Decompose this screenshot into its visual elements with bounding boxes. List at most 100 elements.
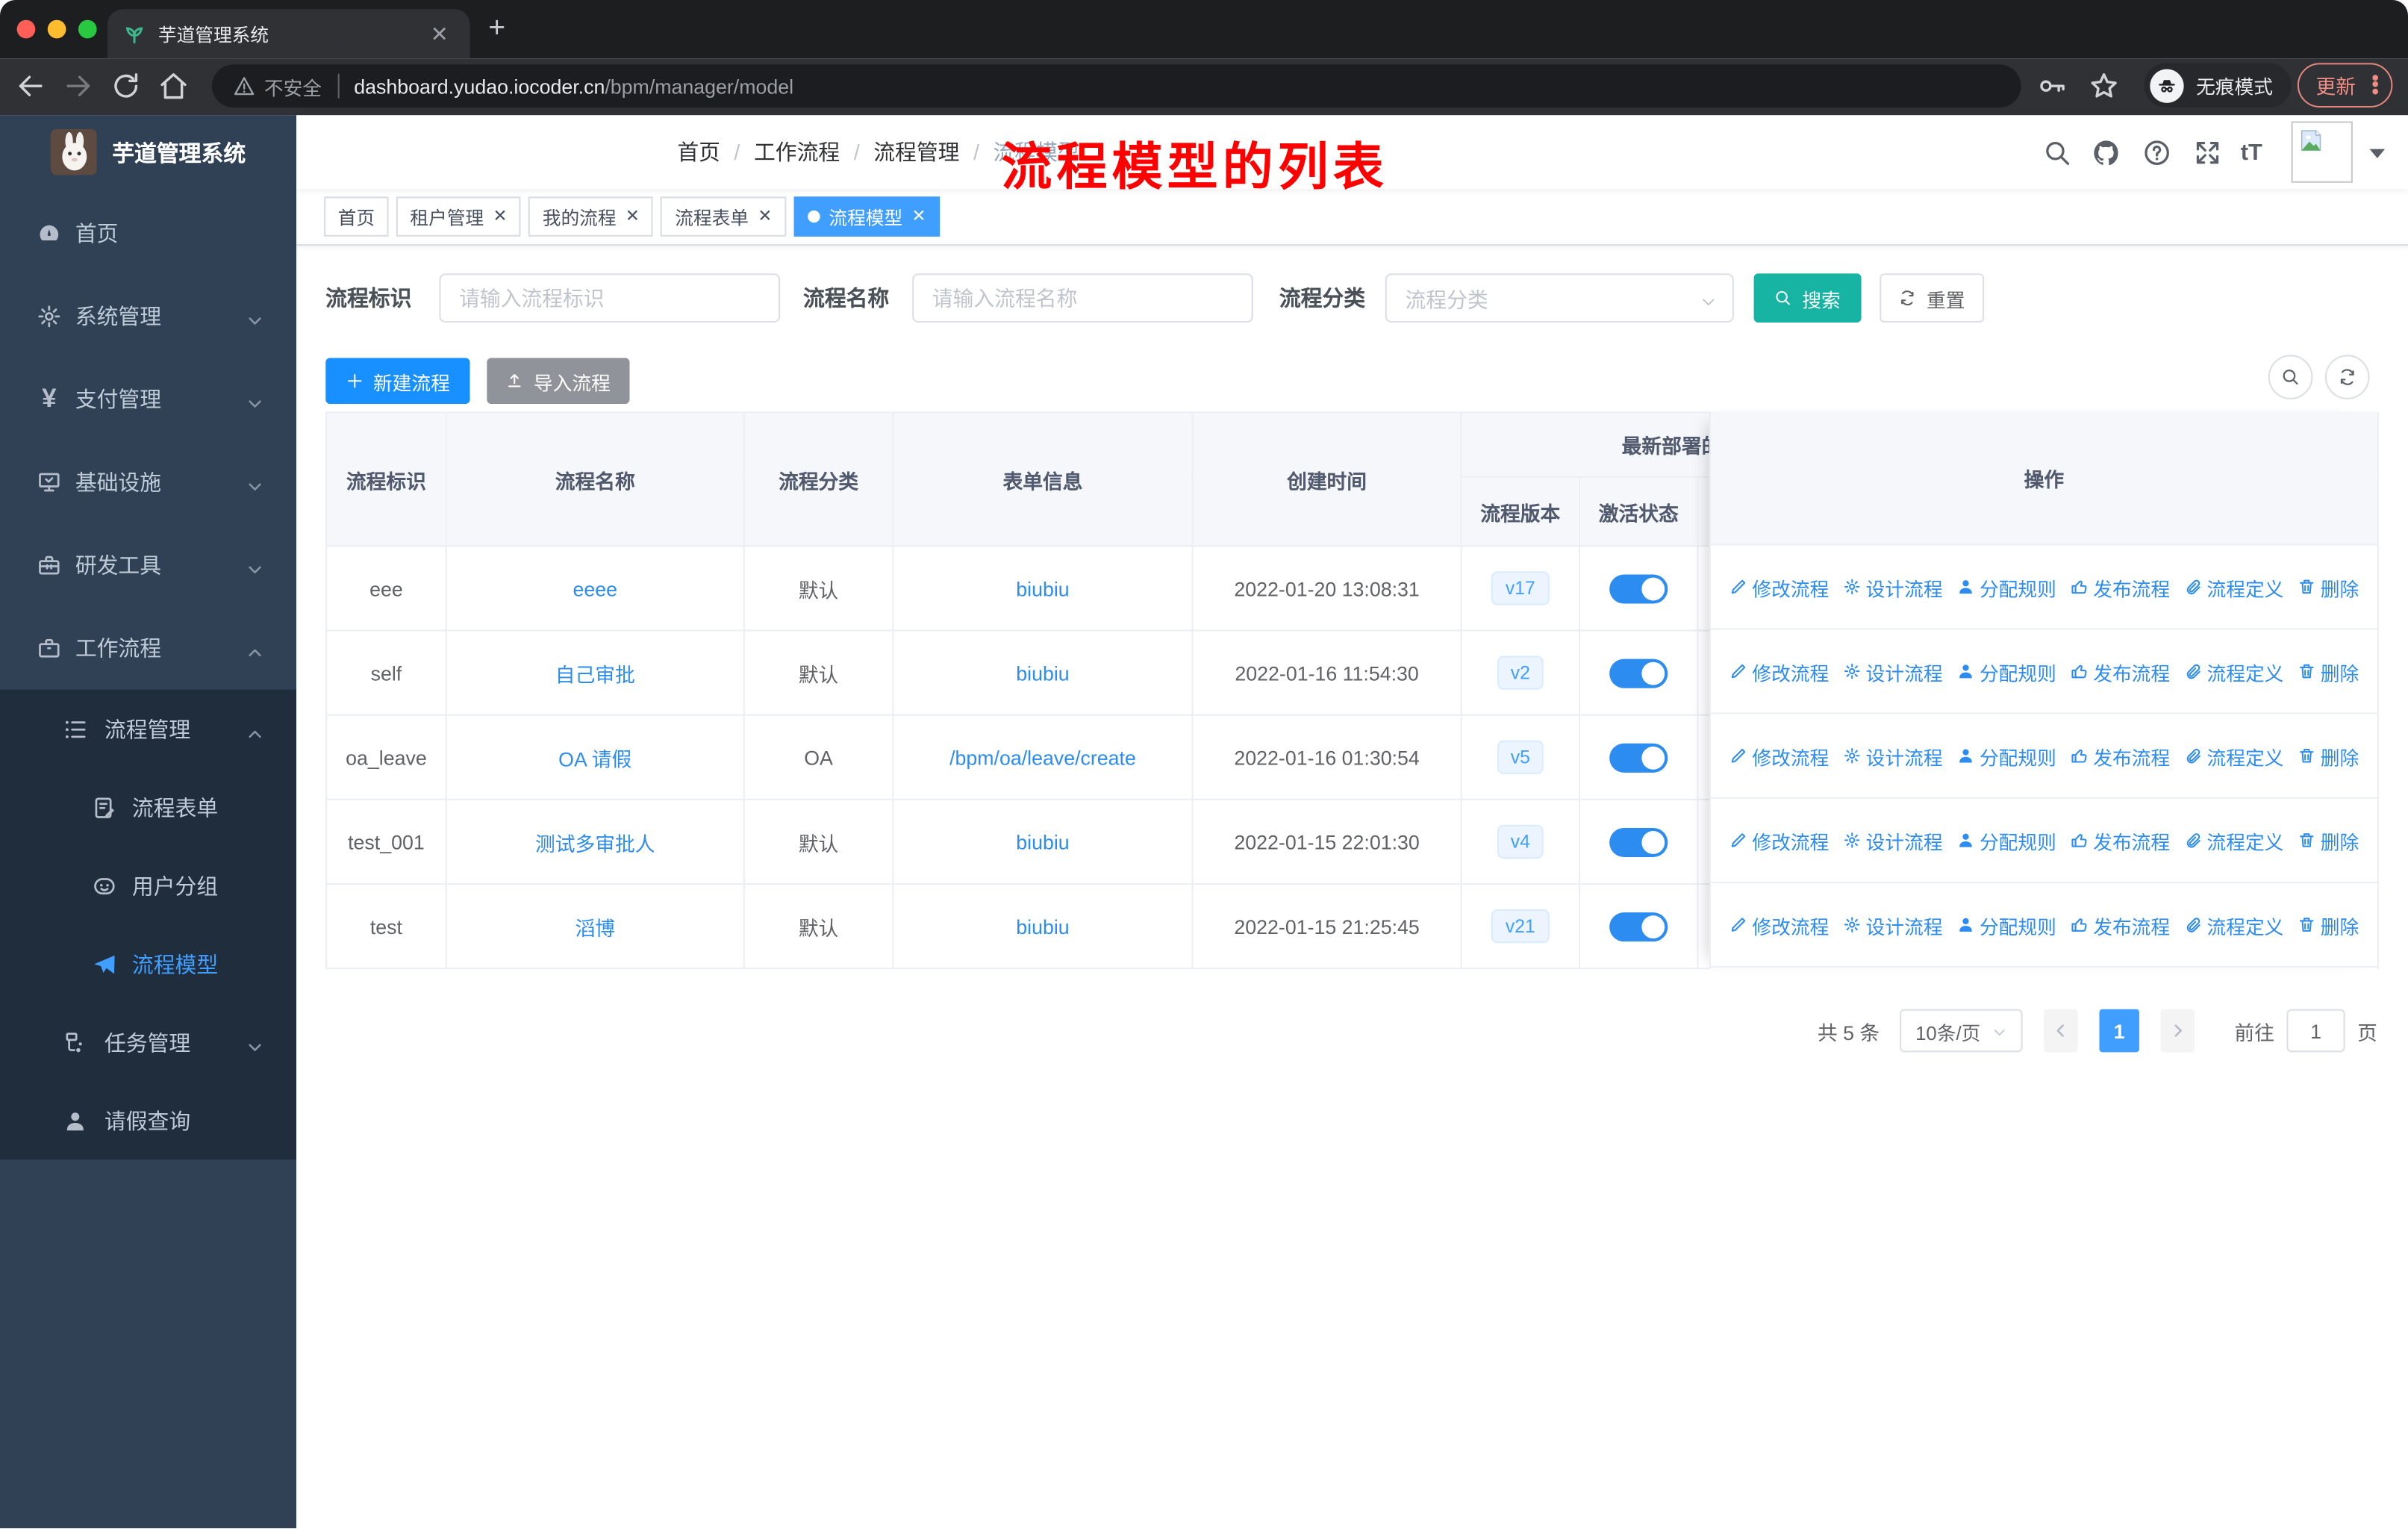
browser-menu-icon[interactable]: • • • (2372, 67, 2379, 101)
process-key-input[interactable] (439, 273, 781, 323)
process-definition-action[interactable]: 流程定义 (2184, 910, 2283, 939)
active-toggle[interactable] (1609, 658, 1668, 688)
publish-process-action[interactable]: 发布流程 (2070, 572, 2170, 601)
form-info-link[interactable]: biubiu (1016, 661, 1069, 685)
password-key-icon[interactable] (2036, 71, 2067, 102)
sidebar-item-home[interactable]: 首页 (0, 192, 296, 275)
sidebar-collapse-icon[interactable] (322, 22, 353, 52)
user-avatar[interactable] (2291, 121, 2353, 183)
sidebar-item-leave-query[interactable]: 请假查询 (0, 1081, 296, 1159)
sidebar-item-process-manage[interactable]: 流程管理 (0, 690, 296, 768)
new-tab-button[interactable]: + (488, 12, 505, 46)
avatar-caret-icon[interactable] (2369, 149, 2386, 158)
goto-page-input[interactable] (2286, 1009, 2345, 1053)
tab-close-icon[interactable]: ✕ (424, 20, 455, 48)
assign-rule-action[interactable]: 分配规则 (1956, 826, 2056, 855)
current-page-button[interactable]: 1 (2099, 1009, 2139, 1053)
publish-process-action[interactable]: 发布流程 (2070, 826, 2170, 855)
delete-action[interactable]: 删除 (2298, 572, 2359, 601)
design-process-action[interactable]: 设计流程 (1843, 910, 1943, 939)
sidebar-item-process-model[interactable]: 流程模型 (0, 925, 296, 1003)
process-name-link[interactable]: OA 请假 (558, 747, 631, 770)
process-name-input-field[interactable] (932, 286, 1234, 310)
active-toggle[interactable] (1609, 826, 1668, 857)
assign-rule-action[interactable]: 分配规则 (1956, 657, 2056, 686)
view-tag-process-form[interactable]: 流程表单 ✕ (661, 196, 786, 237)
address-bar[interactable]: 不安全 dashboard.yudao.iocoder.cn/bpm/manag… (211, 64, 2021, 108)
sidebar-item-user-group[interactable]: 用户分组 (0, 847, 296, 925)
process-definition-action[interactable]: 流程定义 (2184, 657, 2283, 686)
toggle-search-icon-button[interactable] (2268, 355, 2313, 399)
delete-action[interactable]: 删除 (2298, 910, 2359, 939)
home-icon[interactable] (158, 71, 189, 102)
delete-action[interactable]: 删除 (2298, 826, 2359, 855)
breadcrumb-item[interactable]: 工作流程 (754, 137, 840, 167)
sidebar-brand[interactable]: 芋道管理系统 (0, 115, 296, 189)
view-tag-home[interactable]: 首页 (324, 196, 389, 237)
design-process-action[interactable]: 设计流程 (1843, 572, 1943, 601)
process-name-link[interactable]: 自己审批 (555, 663, 635, 686)
page-size-select[interactable]: 10条/页 (1899, 1009, 2023, 1053)
tag-close-icon[interactable]: ✕ (626, 208, 640, 225)
sidebar-item-process-form[interactable]: 流程表单 (0, 768, 296, 847)
form-info-link[interactable]: biubiu (1016, 577, 1069, 600)
form-info-link[interactable]: /bpm/oa/leave/create (949, 746, 1136, 769)
tag-close-icon[interactable]: ✕ (758, 208, 772, 225)
active-toggle[interactable] (1609, 912, 1668, 941)
forward-icon[interactable] (63, 71, 93, 102)
search-button[interactable]: 搜索 (1753, 273, 1862, 323)
breadcrumb-item[interactable]: 流程管理 (873, 137, 959, 167)
sidebar-item-payment[interactable]: ¥ 支付管理 (0, 358, 296, 440)
font-size-icon[interactable]: tT (2241, 140, 2262, 166)
macos-minimize-button[interactable] (47, 19, 66, 39)
modify-process-action[interactable]: 修改流程 (1729, 657, 1829, 686)
search-icon[interactable] (2042, 138, 2071, 167)
macos-zoom-button[interactable] (78, 19, 97, 39)
modify-process-action[interactable]: 修改流程 (1729, 741, 1829, 770)
back-icon[interactable] (16, 71, 46, 102)
refresh-icon-button[interactable] (2324, 355, 2370, 399)
process-definition-action[interactable]: 流程定义 (2184, 826, 2283, 855)
next-page-button[interactable] (2160, 1009, 2195, 1053)
process-definition-action[interactable]: 流程定义 (2184, 741, 2283, 770)
sidebar-item-infra[interactable]: 基础设施 (0, 440, 296, 523)
assign-rule-action[interactable]: 分配规则 (1956, 741, 2056, 770)
reload-icon[interactable] (110, 71, 141, 102)
tag-close-icon[interactable]: ✕ (912, 208, 926, 225)
assign-rule-action[interactable]: 分配规则 (1956, 572, 2056, 601)
sidebar-item-workflow[interactable]: 工作流程 (0, 607, 296, 690)
prev-page-button[interactable] (2044, 1009, 2078, 1053)
delete-action[interactable]: 删除 (2298, 741, 2359, 770)
process-definition-action[interactable]: 流程定义 (2184, 572, 2283, 601)
active-toggle[interactable] (1609, 573, 1668, 603)
process-name-link[interactable]: 滔博 (575, 916, 615, 939)
browser-tab[interactable]: 芋道管理系统 ✕ (107, 9, 470, 59)
design-process-action[interactable]: 设计流程 (1843, 657, 1943, 686)
delete-action[interactable]: 删除 (2298, 657, 2359, 686)
fullscreen-icon[interactable] (2193, 138, 2222, 167)
publish-process-action[interactable]: 发布流程 (2070, 910, 2170, 939)
view-tag-my-process[interactable]: 我的流程 ✕ (528, 196, 654, 237)
sidebar-item-devtools[interactable]: 研发工具 (0, 524, 296, 607)
process-name-link[interactable]: 测试多审批人 (535, 832, 655, 855)
breadcrumb-item[interactable]: 首页 (677, 137, 720, 167)
security-label[interactable]: 不安全 (264, 72, 322, 101)
modify-process-action[interactable]: 修改流程 (1729, 826, 1829, 855)
assign-rule-action[interactable]: 分配规则 (1956, 910, 2056, 939)
sidebar-item-task-manage[interactable]: 任务管理 (0, 1003, 296, 1081)
process-key-input-field[interactable] (459, 286, 761, 310)
browser-update-button[interactable]: 更新 • • • (2297, 63, 2393, 108)
import-process-button[interactable]: 导入流程 (487, 358, 630, 405)
modify-process-action[interactable]: 修改流程 (1729, 572, 1829, 601)
create-process-button[interactable]: 新建流程 (325, 358, 470, 405)
sidebar-item-system[interactable]: 系统管理 (0, 275, 296, 358)
tag-close-icon[interactable]: ✕ (493, 208, 507, 225)
github-icon[interactable] (2092, 138, 2121, 167)
view-tag-process-model[interactable]: 流程模型 ✕ (793, 196, 941, 237)
category-select[interactable]: 流程分类 (1385, 273, 1734, 323)
reset-button[interactable]: 重置 (1880, 273, 1985, 323)
design-process-action[interactable]: 设计流程 (1843, 826, 1943, 855)
process-name-input[interactable] (912, 273, 1253, 323)
publish-process-action[interactable]: 发布流程 (2070, 741, 2170, 770)
form-info-link[interactable]: biubiu (1016, 915, 1069, 938)
